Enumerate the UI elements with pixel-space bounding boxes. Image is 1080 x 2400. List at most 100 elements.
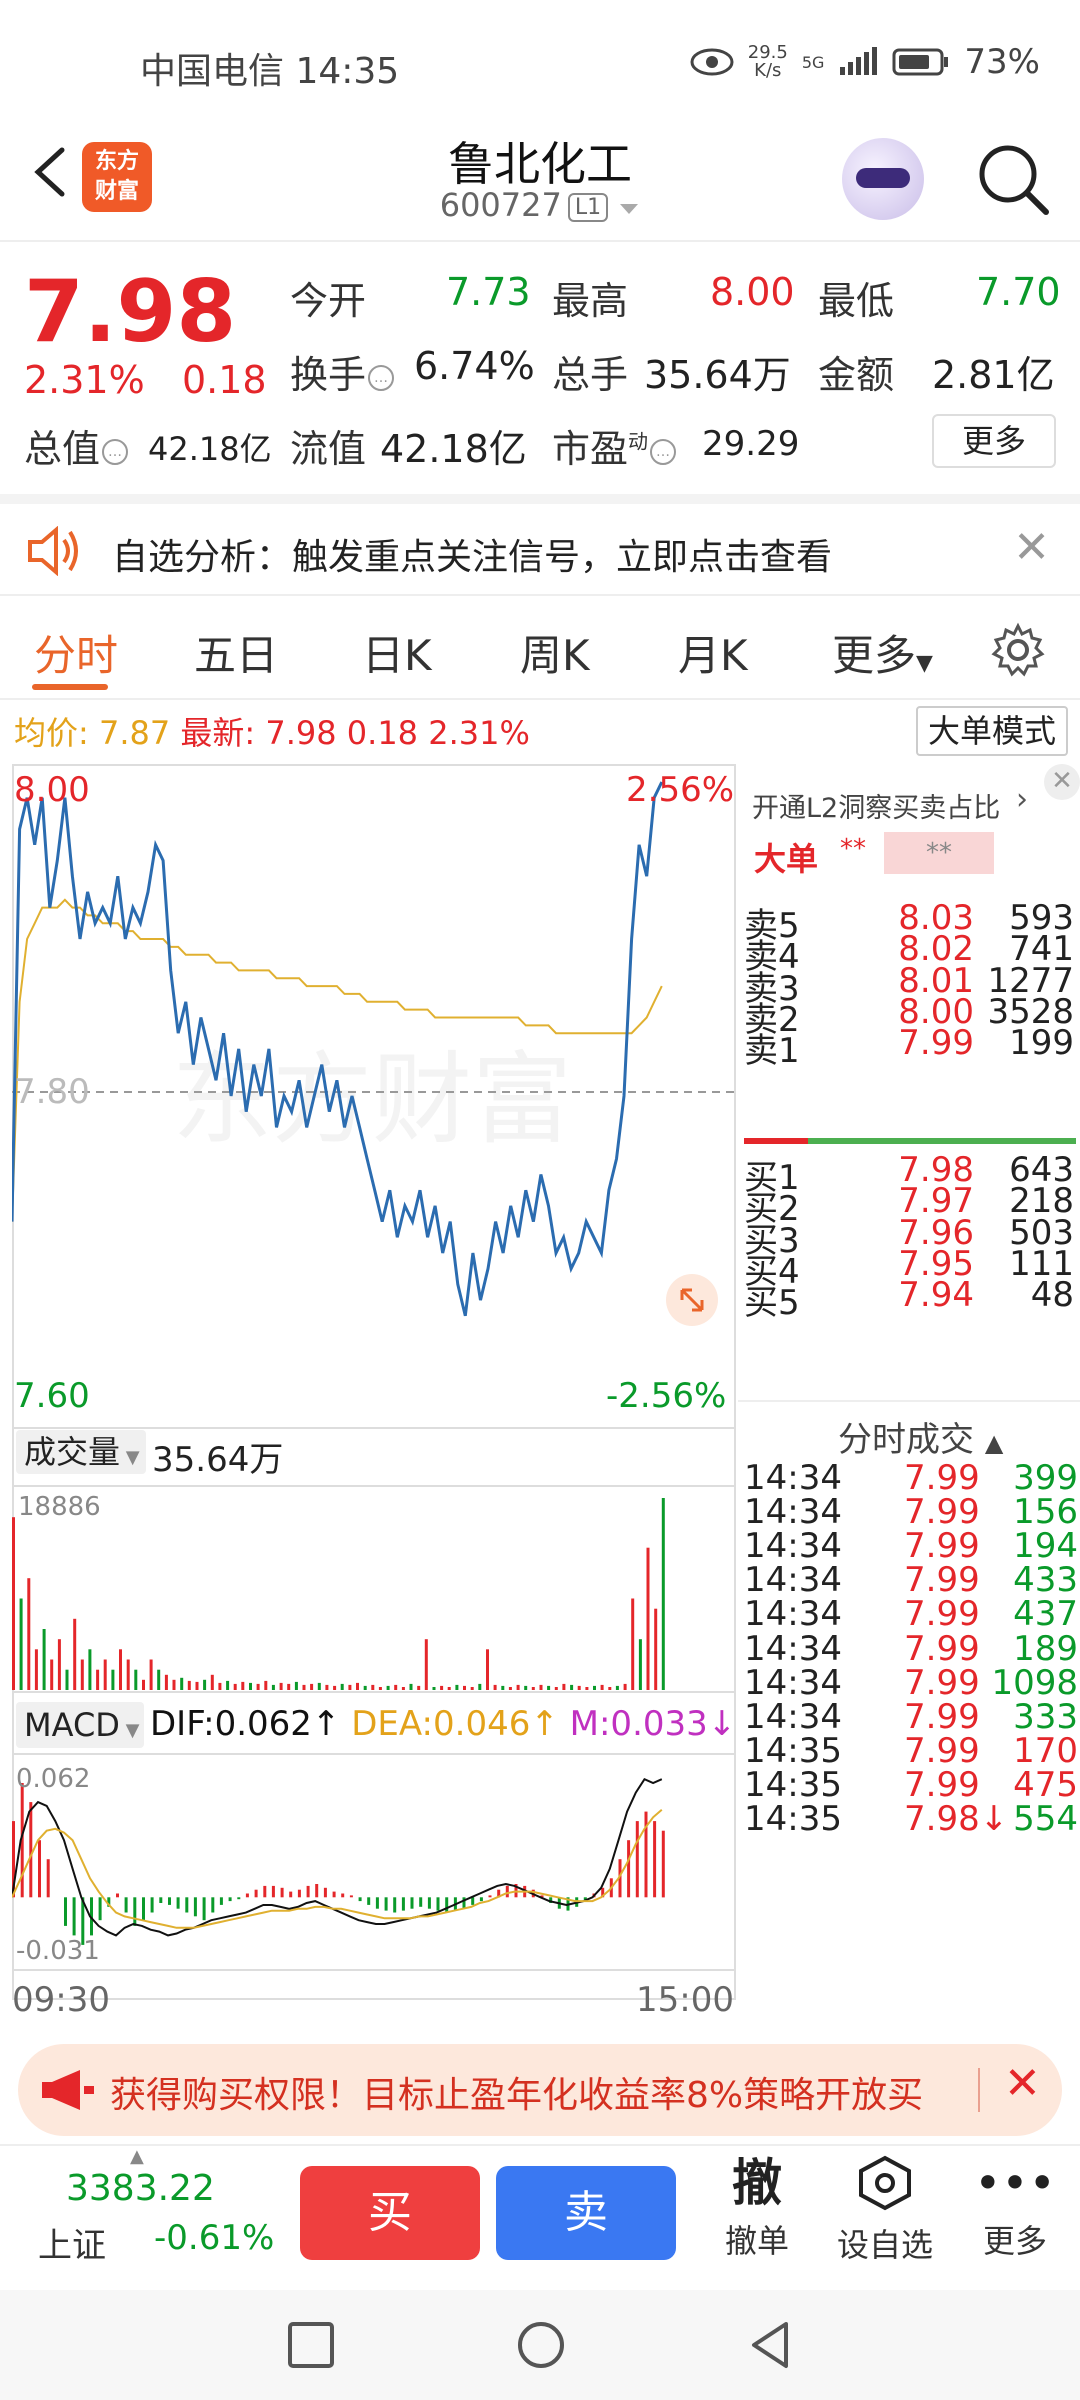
amount-label: 金额 <box>818 353 895 397</box>
volume-selector[interactable]: 成交量 ▼ <box>16 1430 146 1474</box>
latest-label: 最新: <box>180 714 256 752</box>
divider <box>738 1400 1080 1402</box>
macd-bar <box>445 1897 449 1913</box>
volume-bar <box>19 1598 23 1690</box>
sell-button[interactable]: 卖 <box>496 2166 676 2260</box>
volume-bar <box>264 1680 268 1690</box>
volume-bar <box>180 1677 184 1690</box>
volume-bar <box>348 1684 352 1690</box>
price-high-label: 8.00 <box>14 770 90 810</box>
android-nav-bar <box>0 2290 1080 2400</box>
analysis-banner[interactable]: 自选分析：触发重点关注信号，立即点击查看 ✕ <box>0 494 1080 596</box>
macd-bar <box>358 1897 362 1902</box>
add-watchlist-button[interactable]: 设自选 <box>830 2154 940 2266</box>
promo-banner[interactable]: 获得购买权限！目标止盈年化收益率8%策略开放买 ✕ <box>18 2044 1062 2136</box>
volume-bar <box>256 1683 260 1690</box>
battery-level: 73% <box>964 42 1040 82</box>
current-price: 7.98 <box>24 262 237 362</box>
macd-selector[interactable]: MACD ▼ <box>16 1702 144 1748</box>
tab-monthly-k[interactable]: 月K <box>678 622 748 683</box>
close-icon[interactable]: ✕ <box>1004 2058 1041 2109</box>
macd-bar <box>185 1897 189 1913</box>
avg-label: 均价: <box>14 714 89 752</box>
price-low-label: 7.60 <box>14 1376 90 1416</box>
divider <box>978 2068 980 2112</box>
bid-row[interactable]: 买5 7.94 48 <box>744 1275 1074 1323</box>
chart-tabs: 分时 五日 日K 周K 月K 更多▼ <box>0 600 1080 700</box>
volume-bar <box>363 1685 367 1690</box>
home-icon[interactable] <box>516 2320 566 2370</box>
tab-daily-k[interactable]: 日K <box>362 622 432 683</box>
info-icon[interactable]: … <box>368 364 395 391</box>
back-icon[interactable] <box>746 2320 796 2370</box>
macd-bar <box>219 1897 223 1905</box>
float-label: 流值 <box>290 427 367 471</box>
macd-bar <box>98 1897 102 1921</box>
macd-bar <box>142 1897 145 1921</box>
macd-bar <box>245 1893 249 1898</box>
macd-bar <box>237 1897 241 1900</box>
volume-bar <box>187 1680 191 1690</box>
robot-assistant-icon[interactable] <box>842 138 924 220</box>
volume-bar <box>562 1683 566 1690</box>
tab-more[interactable]: 更多▼ <box>832 622 933 683</box>
volume-bar <box>417 1685 421 1690</box>
volume-bar <box>516 1684 520 1690</box>
macd-bar <box>341 1893 345 1898</box>
info-icon[interactable]: … <box>650 438 677 465</box>
index-value[interactable]: 3383.22 <box>66 2168 215 2209</box>
promo-text: 获得购买权限！目标止盈年化收益率8%策略开放买 <box>110 2075 924 2116</box>
tab-intraday[interactable]: 分时 <box>34 622 118 683</box>
volume-bar <box>65 1669 69 1690</box>
carrier-time: 中国电信 14:35 <box>140 51 400 92</box>
ask-label: 卖1 <box>744 1031 800 1071</box>
volume-bar <box>486 1649 489 1690</box>
net-speed-unit: K/s <box>754 60 782 81</box>
trades-header[interactable]: 分时成交 ▲ <box>838 1412 1003 1461</box>
signal-icon <box>840 47 878 75</box>
high-value: 8.00 <box>710 270 795 314</box>
settings-gear-icon[interactable] <box>990 622 1046 678</box>
volume-label: 总手 <box>552 353 629 397</box>
recent-apps-icon[interactable] <box>286 2320 336 2370</box>
change-percent: 2.31% <box>24 358 145 402</box>
volume-bar <box>50 1659 54 1690</box>
ask-row[interactable]: 卖1 7.99 199 <box>744 1023 1074 1071</box>
macd-bar <box>332 1891 336 1898</box>
high-label: 最高 <box>552 279 629 323</box>
big-order-mode-button[interactable]: 大单模式 <box>916 706 1068 756</box>
bid-volume: 48 <box>1030 1275 1074 1315</box>
mktcap-row: 总值… <box>24 418 129 473</box>
volume-bar <box>394 1684 398 1690</box>
volume-bar <box>531 1687 535 1690</box>
volume-bar <box>356 1682 359 1690</box>
cancel-order-button[interactable]: 撤 撤单 <box>702 2154 812 2262</box>
x-end-label: 15:00 <box>636 1980 734 2020</box>
search-icon[interactable] <box>972 138 1054 220</box>
chevron-right-icon[interactable]: › <box>1016 782 1028 817</box>
volume-bar <box>203 1679 207 1690</box>
volume-bar <box>501 1685 505 1690</box>
more-menu-button[interactable]: ••• 更多 <box>960 2154 1070 2262</box>
macd-bar <box>263 1885 267 1898</box>
macd-bar <box>471 1897 475 1905</box>
volume-bar <box>302 1684 306 1690</box>
close-icon[interactable]: ✕ <box>1044 764 1080 800</box>
volume-bar <box>600 1684 604 1690</box>
l2-header[interactable]: 开通L2洞察买卖占比 <box>752 786 1000 825</box>
open-value: 7.73 <box>446 270 531 314</box>
close-icon[interactable]: ✕ <box>1013 522 1050 573</box>
macd-bar <box>159 1897 163 1903</box>
dif-value: DIF:0.062↑ <box>150 1704 341 1744</box>
buy-button[interactable]: 买 <box>300 2166 480 2260</box>
macd-bar <box>116 1893 119 1898</box>
info-icon[interactable]: … <box>102 438 129 465</box>
macd-bar <box>393 1897 397 1913</box>
tab-five-day[interactable]: 五日 <box>194 622 278 683</box>
tab-weekly-k[interactable]: 周K <box>520 622 590 683</box>
ask-volume: 199 <box>1009 1023 1074 1063</box>
volume-bar <box>172 1679 176 1690</box>
more-button[interactable]: 更多 <box>932 414 1056 468</box>
macd-max-label: 0.062 <box>16 1764 91 1794</box>
macd-bar <box>124 1897 128 1913</box>
